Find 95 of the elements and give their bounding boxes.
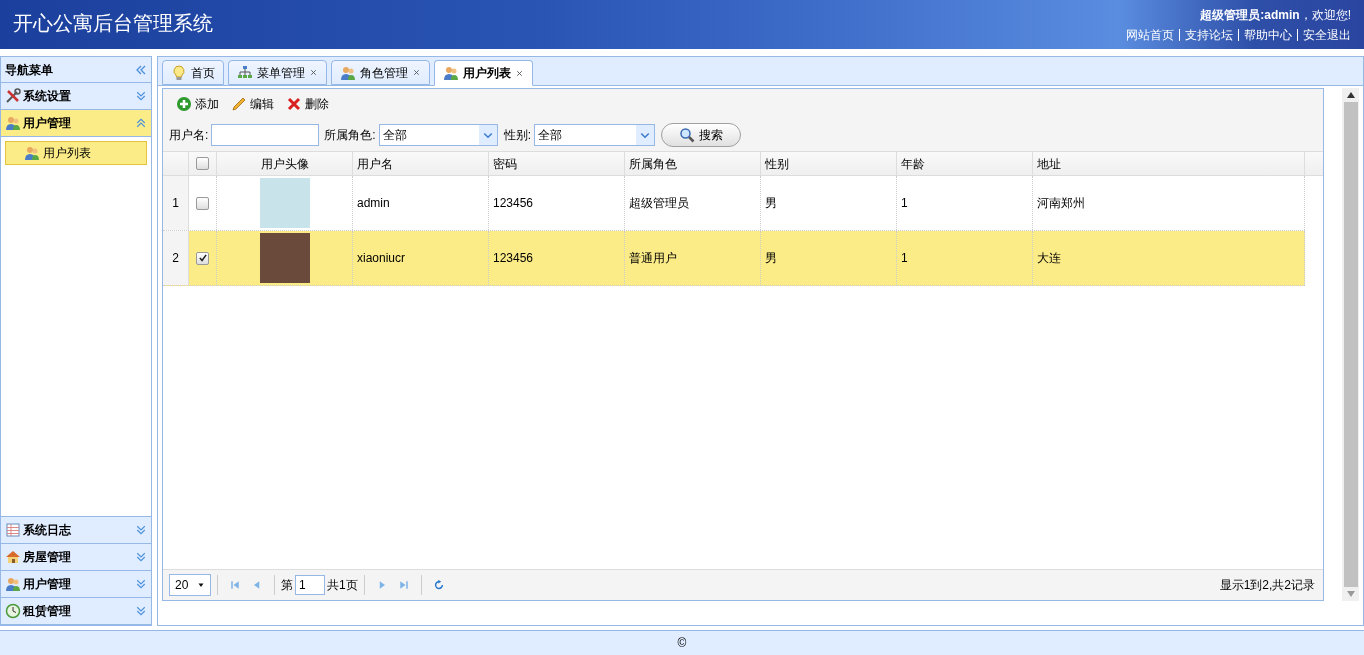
- gender-select[interactable]: 全部: [534, 124, 656, 146]
- table-cell-text: 123456: [493, 250, 534, 267]
- table-cell-text: xiaoniucr: [357, 250, 406, 267]
- plus-icon: [176, 96, 192, 112]
- sidebar-section[interactable]: 系统设置: [1, 83, 151, 110]
- tab[interactable]: 首页: [162, 60, 224, 85]
- column-header[interactable]: 密码: [489, 152, 625, 175]
- sidebar-section[interactable]: 用户管理: [1, 571, 151, 598]
- sidebar-item[interactable]: 用户列表: [5, 141, 147, 165]
- table-cell-text: 超级管理员: [629, 195, 689, 212]
- house-icon: [5, 549, 21, 565]
- column-header[interactable]: 性别: [761, 152, 897, 175]
- refresh-icon: [432, 579, 445, 591]
- checkmark-icon: [197, 253, 208, 263]
- header-link[interactable]: 安全退出: [1303, 25, 1351, 44]
- users-icon: [443, 65, 459, 81]
- caret-down-icon: [197, 581, 205, 589]
- tab[interactable]: 角色管理: [331, 60, 430, 85]
- cross-icon: [286, 96, 302, 112]
- pencil-icon: [231, 96, 247, 112]
- row-number: 1: [172, 195, 179, 212]
- header-link[interactable]: 网站首页: [1126, 25, 1174, 44]
- table-cell-text: 普通用户: [629, 250, 677, 267]
- role-select[interactable]: 全部: [378, 124, 498, 146]
- field-label: 用户名:: [169, 127, 209, 144]
- table-row[interactable]: 2 xiaoniucr 123456 普通用户 男 1 大连: [163, 231, 1305, 286]
- photo-placeholder: [259, 233, 310, 283]
- welcome-text: 超级管理员:admin，欢迎您!: [1200, 6, 1351, 24]
- table-cell-text: 河南郑州: [1037, 195, 1085, 212]
- checkbox[interactable]: [196, 251, 209, 265]
- tab[interactable]: 用户列表: [434, 60, 533, 86]
- collapse-icon[interactable]: [135, 63, 147, 76]
- delete-button[interactable]: 删除: [283, 92, 332, 116]
- edit-button[interactable]: 编辑: [228, 92, 277, 116]
- column-header[interactable]: 用户头像: [217, 152, 353, 175]
- scroll-down-icon[interactable]: [1346, 591, 1355, 597]
- expand-icon[interactable]: [135, 524, 147, 536]
- table-cell-text: 男: [765, 195, 777, 212]
- sidebar-section[interactable]: 系统日志: [1, 517, 151, 544]
- checkbox[interactable]: [196, 196, 209, 210]
- table-cell-text: 大连: [1037, 250, 1061, 267]
- copyright-text: ©: [677, 635, 687, 652]
- expand-icon[interactable]: [135, 578, 147, 590]
- tools-icon: [5, 88, 21, 104]
- users-icon: [24, 145, 40, 161]
- sidebar-section[interactable]: 用户管理: [1, 110, 151, 137]
- users-icon: [5, 576, 21, 592]
- header-link[interactable]: 支持论坛: [1185, 25, 1233, 44]
- table-cell-text: 男: [765, 250, 777, 267]
- table-cell-text: 1: [901, 250, 908, 267]
- page-total: 共1页: [327, 577, 358, 594]
- field-label: 所属角色:: [324, 127, 376, 144]
- search-icon: [679, 127, 696, 143]
- page-field[interactable]: 1: [295, 575, 325, 595]
- sidebar-section[interactable]: 租赁管理: [1, 598, 151, 625]
- table-cell-text: admin: [357, 195, 390, 212]
- clock-icon: [5, 603, 21, 619]
- sidebar-section[interactable]: 房屋管理: [1, 544, 151, 571]
- photo-placeholder: [259, 178, 310, 228]
- table-cell-text: 1: [901, 195, 908, 212]
- users-icon: [340, 64, 356, 81]
- pagination-summary: 显示1到2,共2记录: [1219, 577, 1316, 594]
- app-title: 开心公寓后台管理系统: [13, 10, 213, 36]
- column-header[interactable]: 年龄: [897, 152, 1033, 175]
- lightbulb-icon: [171, 64, 187, 81]
- header-link[interactable]: 帮助中心: [1244, 25, 1292, 44]
- first-page-icon: [229, 579, 241, 591]
- expand-icon[interactable]: [135, 605, 147, 617]
- close-icon[interactable]: [515, 68, 524, 78]
- tab[interactable]: 菜单管理: [228, 60, 327, 85]
- expand-icon[interactable]: [135, 551, 147, 563]
- close-icon[interactable]: [309, 68, 318, 77]
- scroll-up-icon[interactable]: [1346, 92, 1355, 98]
- last-page-icon: [397, 579, 410, 591]
- page-label: 第: [281, 577, 293, 594]
- table-icon: [5, 522, 21, 538]
- field-label: 性别:: [503, 127, 532, 144]
- collapse-icon[interactable]: [135, 117, 147, 129]
- row-number: 2: [172, 250, 179, 267]
- close-icon[interactable]: [412, 68, 421, 77]
- username-field[interactable]: [211, 124, 320, 146]
- sidebar-title: 导航菜单: [5, 61, 53, 79]
- checkbox[interactable]: [196, 157, 209, 170]
- page-size-select[interactable]: 20: [169, 574, 211, 596]
- sitemap-icon: [237, 64, 253, 81]
- column-header[interactable]: 用户名: [353, 152, 489, 175]
- users-icon: [5, 115, 21, 131]
- table-cell-text: 123456: [493, 195, 534, 212]
- column-header[interactable]: 所属角色: [625, 152, 761, 175]
- search-button[interactable]: 搜索: [661, 123, 742, 147]
- table-row[interactable]: 1 admin 123456 超级管理员 男 1 河南郑州: [163, 176, 1305, 231]
- scrollbar[interactable]: [1342, 88, 1359, 601]
- add-button[interactable]: 添加: [173, 92, 222, 116]
- expand-icon[interactable]: [135, 90, 147, 102]
- column-header[interactable]: 地址: [1033, 152, 1305, 175]
